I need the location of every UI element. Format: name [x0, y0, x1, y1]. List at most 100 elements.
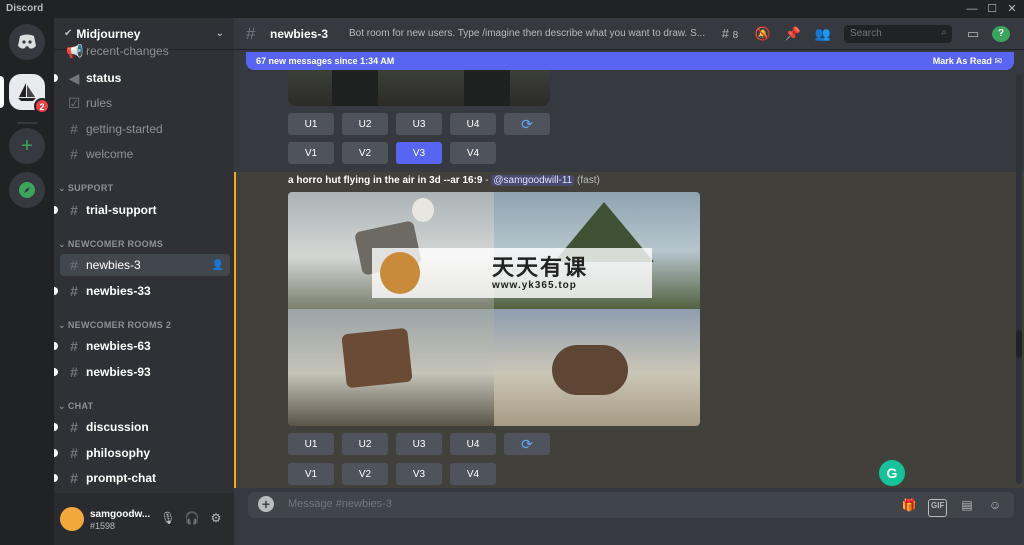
upload-plus-icon[interactable]: +: [258, 496, 274, 512]
channel-label: status: [86, 71, 122, 85]
home-button[interactable]: [9, 24, 45, 60]
channel-label: newbies-63: [86, 339, 151, 353]
watermark-url: www.yk365.top: [492, 280, 577, 291]
unread-indicator: [54, 474, 58, 482]
threads-hash-icon: #: [70, 338, 78, 354]
mute-bell-icon[interactable]: 🔕: [754, 25, 772, 43]
grammarly-icon[interactable]: G: [879, 460, 905, 486]
speed-mode: (fast): [574, 175, 600, 186]
channel-welcome[interactable]: # welcome: [60, 143, 230, 165]
unread-indicator: [54, 449, 58, 457]
channel-newbies-63[interactable]: # newbies-63: [54, 335, 230, 357]
message-composer[interactable]: + Message #newbies-3 🎁 GIF ▤ ☺: [248, 492, 1014, 518]
channel-label: prompt-chat: [86, 471, 156, 485]
emoji-icon[interactable]: ☺: [986, 496, 1004, 514]
new-messages-bar[interactable]: 67 new messages since 1:34 AM Mark As Re…: [246, 52, 1014, 70]
channel-philosophy[interactable]: # philosophy: [54, 442, 230, 464]
verified-icon: ✔: [64, 28, 73, 39]
generated-image-grid[interactable]: 天天有课 www.yk365.top: [288, 192, 700, 426]
v3-button[interactable]: V3: [396, 142, 442, 164]
u1-button[interactable]: U1: [288, 113, 334, 135]
invite-member-icon[interactable]: 👤: [212, 260, 224, 271]
category-label: SUPPORT: [67, 183, 114, 193]
reroll-button[interactable]: ⟳: [504, 433, 550, 455]
sticker-icon[interactable]: ▤: [958, 496, 976, 514]
channel-newbies-33[interactable]: # newbies-33: [54, 280, 230, 302]
gift-icon[interactable]: 🎁: [900, 496, 918, 514]
gear-icon[interactable]: ⚙: [208, 511, 224, 527]
u3-button[interactable]: U3: [396, 433, 442, 455]
channel-rules[interactable]: ☑ rules: [60, 92, 230, 114]
balloon-shape: [412, 198, 434, 222]
channel-recent-changes[interactable]: 📢 recent-changes: [60, 44, 230, 58]
user-mention[interactable]: @samgoodwill-11: [491, 175, 575, 186]
members-icon[interactable]: 👥: [814, 25, 832, 43]
channel-topic[interactable]: Bot room for new users. Type /imagine th…: [349, 28, 709, 39]
variation-buttons-row: V1 V2 V3 V4: [288, 463, 496, 485]
threads-hash-icon: #: [70, 283, 78, 299]
mark-as-read-label: Mark As Read: [932, 56, 992, 66]
help-icon[interactable]: ?: [992, 26, 1010, 42]
v1-button[interactable]: V1: [288, 463, 334, 485]
scrollbar-thumb[interactable]: [1016, 330, 1022, 358]
v4-button[interactable]: V4: [450, 142, 496, 164]
server-midjourney[interactable]: 2: [9, 74, 50, 114]
channel-prompt-chat[interactable]: # prompt-chat: [54, 467, 230, 489]
pin-icon[interactable]: 📌: [784, 25, 802, 43]
close-button[interactable]: ✕: [1000, 0, 1024, 18]
app-title: Discord: [6, 3, 44, 14]
avatar[interactable]: [60, 507, 84, 531]
gif-button[interactable]: GIF: [928, 499, 948, 517]
v1-button[interactable]: V1: [288, 142, 334, 164]
mark-read-icon: ✉: [994, 56, 1002, 66]
chat-area: # newbies-3 Bot room for new users. Type…: [234, 18, 1024, 545]
plus-icon: +: [21, 135, 33, 157]
u4-button[interactable]: U4: [450, 433, 496, 455]
channel-getting-started[interactable]: # getting-started: [60, 118, 230, 140]
category-newcomer-rooms[interactable]: ⌄ NEWCOMER ROOMS: [58, 239, 163, 250]
v3-button[interactable]: V3: [396, 463, 442, 485]
channel-label: newbies-33: [86, 284, 151, 298]
u4-button[interactable]: U4: [450, 113, 496, 135]
guild-name: Midjourney: [76, 26, 141, 41]
search-placeholder: Search: [850, 28, 882, 39]
microphone-icon[interactable]: 🎙: [160, 511, 176, 527]
category-chat[interactable]: ⌄ CHAT: [58, 401, 93, 412]
u2-button[interactable]: U2: [342, 113, 388, 135]
explore-servers-button[interactable]: [9, 172, 45, 208]
threads-button[interactable]: # 8: [716, 25, 744, 43]
channel-discussion[interactable]: # discussion: [54, 416, 230, 438]
channel-status[interactable]: ◀ status: [54, 67, 230, 89]
selected-server-indicator: [0, 76, 4, 108]
announcement-icon: 📢: [66, 44, 84, 58]
mark-as-read-button[interactable]: Mark As Read ✉: [933, 56, 1002, 67]
u2-button[interactable]: U2: [342, 433, 388, 455]
channel-trial-support[interactable]: # trial-support: [54, 199, 230, 221]
v2-button[interactable]: V2: [342, 463, 388, 485]
scrollbar[interactable]: [1016, 74, 1022, 484]
v4-button[interactable]: V4: [450, 463, 496, 485]
threads-hash-icon: #: [70, 364, 78, 380]
image-figure: [332, 70, 378, 106]
category-support[interactable]: ⌄ SUPPORT: [58, 183, 113, 194]
threads-hash-icon: #: [70, 257, 78, 273]
v2-button[interactable]: V2: [342, 142, 388, 164]
channel-label: getting-started: [86, 122, 163, 136]
search-input[interactable]: Search ⌕: [844, 25, 952, 43]
channel-newbies-93[interactable]: # newbies-93: [54, 361, 230, 383]
hash-icon: #: [70, 470, 78, 486]
category-newcomer-rooms-2[interactable]: ⌄ NEWCOMER ROOMS 2: [58, 320, 171, 331]
threads-hash-icon: #: [246, 24, 256, 43]
reroll-button[interactable]: ⟳: [504, 113, 550, 135]
upscale-buttons-row: U1 U2 U3 U4 ⟳: [288, 433, 550, 455]
server-separator: [17, 122, 37, 124]
inbox-icon[interactable]: ▭: [964, 25, 982, 43]
u3-button[interactable]: U3: [396, 113, 442, 135]
user-tag: #1598: [90, 521, 116, 531]
message-input[interactable]: Message #newbies-3: [288, 498, 392, 510]
add-server-button[interactable]: +: [9, 128, 45, 164]
headphones-icon[interactable]: 🎧: [184, 511, 200, 527]
u1-button[interactable]: U1: [288, 433, 334, 455]
previous-image-grid[interactable]: [288, 70, 550, 106]
channel-newbies-3[interactable]: # newbies-3 👤: [60, 254, 230, 276]
